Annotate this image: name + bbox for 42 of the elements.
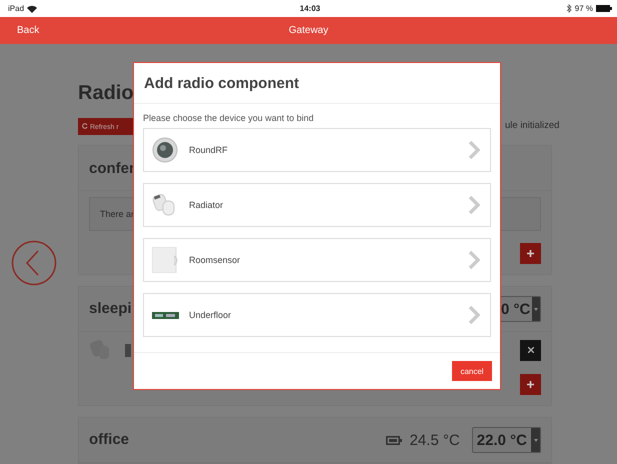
refresh-icon [82, 122, 88, 129]
add-button[interactable] [520, 243, 541, 264]
sensor-icon [152, 247, 178, 273]
chevron-icon [468, 195, 480, 215]
battery-icon [386, 436, 402, 444]
page-title: Gateway [288, 25, 328, 36]
device-option[interactable]: Radiator [143, 183, 491, 227]
circuit-board-icon [152, 312, 179, 318]
room-name: office [89, 431, 130, 448]
dialog-prompt: Please choose the device you want to bind [143, 113, 315, 123]
battery-percent: 97 % [574, 4, 593, 13]
close-icon [528, 347, 534, 353]
empty-message: There ar [100, 209, 134, 219]
bluetooth-icon [566, 4, 572, 13]
clock: 14:03 [300, 4, 320, 13]
room-name: sleepi [89, 300, 132, 317]
status-text: ule initialized [505, 120, 560, 131]
device-option[interactable]: Roomsensor [143, 238, 491, 282]
setpoint-dropdown[interactable]: 0 °C [500, 296, 541, 322]
back-button[interactable]: Back [0, 25, 40, 36]
battery-icon [596, 5, 612, 12]
caret-icon [534, 438, 538, 442]
device-name: iPad [8, 4, 24, 13]
wifi-icon [27, 4, 38, 12]
plus-icon [527, 250, 534, 257]
chevron-icon [468, 250, 480, 270]
cancel-button[interactable]: cancel [452, 361, 492, 381]
temperature-reading: 24.5 °C [410, 432, 460, 448]
device-badge [125, 344, 131, 356]
chevron-icon [468, 140, 480, 160]
remove-button[interactable] [520, 340, 541, 360]
device-option[interactable]: Underfloor [143, 293, 491, 337]
section-heading: Radio [78, 82, 134, 104]
dialog-title: Add radio component [144, 74, 299, 92]
setpoint-dropdown[interactable]: 22.0 °C [472, 427, 541, 453]
chevron-icon [468, 305, 480, 325]
add-button[interactable] [520, 374, 541, 395]
plus-icon [527, 381, 534, 388]
round-thermostat-icon [152, 137, 178, 163]
device-option[interactable]: RoundRF [143, 128, 491, 172]
caret-icon [534, 308, 538, 310]
room-name: confer [89, 160, 135, 176]
